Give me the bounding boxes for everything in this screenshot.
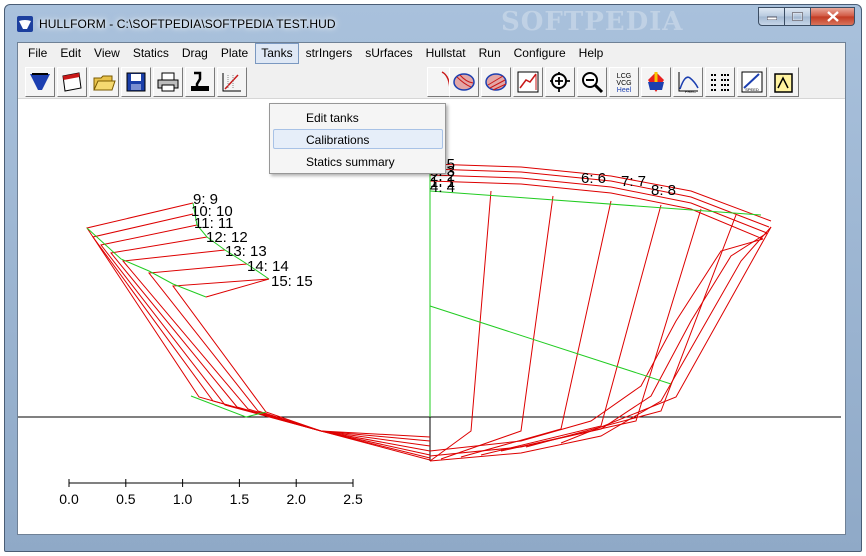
toolbar-button-print[interactable] xyxy=(153,67,183,97)
svg-text:VCG: VCG xyxy=(616,80,631,87)
fwd-station-line xyxy=(560,226,772,444)
maximize-button[interactable] xyxy=(785,7,811,26)
menu-edit[interactable]: Edit xyxy=(54,43,87,64)
aft-station-label: 15: 15 xyxy=(271,273,313,290)
menu-view[interactable]: View xyxy=(88,43,126,64)
fwd-station-line xyxy=(525,214,737,448)
toolbar-button-open[interactable] xyxy=(89,67,119,97)
fwd-station-label: 8: 8 xyxy=(651,182,676,199)
menu-bar: File Edit View Statics Drag Plate Tanks … xyxy=(18,43,845,64)
toolbar-button-rendered[interactable] xyxy=(449,67,479,97)
minimize-icon xyxy=(766,16,777,20)
plot-icon xyxy=(191,71,209,91)
menu-configure[interactable]: Configure xyxy=(508,43,572,64)
toolbar-button-profile[interactable] xyxy=(513,67,543,97)
menu-hullstat[interactable]: Hullstat xyxy=(420,43,472,64)
open-folder-icon xyxy=(93,75,116,91)
new-hull-icon xyxy=(62,72,82,92)
close-button[interactable] xyxy=(811,7,855,26)
report-icon xyxy=(774,73,793,93)
menu-plate[interactable]: Plate xyxy=(215,43,254,64)
toolbar-button-new[interactable] xyxy=(57,67,87,97)
perspective-icon xyxy=(485,73,507,91)
toolbar-button-save[interactable] xyxy=(121,67,151,97)
fwd-diagonal-line xyxy=(429,305,672,385)
lcg-vcg-heel-icon: LCG VCG Heel xyxy=(616,73,632,94)
close-icon xyxy=(826,11,839,22)
menu-item-edit-tanks[interactable]: Edit tanks xyxy=(273,107,443,127)
toolbar-button-zoom-in[interactable] xyxy=(545,67,575,97)
scale-label: 0.5 xyxy=(116,491,136,507)
edit-offsets-icon xyxy=(222,73,241,92)
scale-label: 2.5 xyxy=(343,491,363,507)
fwd-station-line xyxy=(460,200,612,458)
menu-run[interactable]: Run xyxy=(473,43,507,64)
aft-diagonal-line xyxy=(86,227,207,298)
hull-app-icon[interactable] xyxy=(17,16,33,32)
zoom-out-icon xyxy=(582,72,604,94)
fwd-station-label: 4: 4 xyxy=(430,179,455,196)
hydrostatics-table-icon xyxy=(711,74,729,91)
toolbar-button-edit-offsets[interactable] xyxy=(217,67,247,97)
save-disk-icon xyxy=(126,72,146,92)
application-window: HULLFORM - C:\SOFTPEDIA\SOFTPEDIA TEST.H… xyxy=(4,4,862,552)
toolbar: LCG VCG Heel PREC SPEED xyxy=(18,64,845,99)
menu-stringers[interactable]: strIngers xyxy=(300,43,359,64)
gz-curve-icon: PREC xyxy=(678,72,699,94)
fwd-sheer-line xyxy=(429,180,764,240)
profile-view-icon xyxy=(517,71,539,93)
window-controls xyxy=(758,7,855,27)
svg-text:LCG: LCG xyxy=(617,73,631,80)
menu-tanks[interactable]: Tanks xyxy=(255,43,299,64)
menu-item-calibrations[interactable]: Calibrations xyxy=(273,129,443,149)
svg-text:PREC: PREC xyxy=(685,89,696,94)
svg-text:SPEED: SPEED xyxy=(745,87,759,92)
scale-label: 1.0 xyxy=(173,491,193,507)
menu-item-statics-summary[interactable]: Statics summary xyxy=(273,151,443,171)
scale-label: 1.5 xyxy=(230,491,250,507)
toolbar-button-gz-curve[interactable]: PREC xyxy=(673,67,703,97)
toolbar-button-report[interactable] xyxy=(769,67,799,97)
fwd-station-label: 7: 7 xyxy=(621,173,646,190)
fwd-diagonal-line xyxy=(429,190,762,216)
zoom-in-icon xyxy=(550,72,570,92)
toolbar-button-zoom-out[interactable] xyxy=(577,67,607,97)
toolbar-button-stability[interactable] xyxy=(641,67,671,97)
menu-help[interactable]: Help xyxy=(573,43,610,64)
fwd-keel-line xyxy=(429,238,764,452)
window-title: HULLFORM - C:\SOFTPEDIA\SOFTPEDIA TEST.H… xyxy=(39,17,336,31)
speed-chart-icon: SPEED xyxy=(741,71,763,93)
tanks-dropdown-menu: Edit tanks Calibrations Statics summary xyxy=(269,103,446,174)
menu-drag[interactable]: Drag xyxy=(176,43,214,64)
svg-text:Heel: Heel xyxy=(617,87,632,94)
menu-surfaces[interactable]: sUrfaces xyxy=(359,43,418,64)
rendered-hull-icon xyxy=(453,73,475,91)
print-icon xyxy=(157,72,179,92)
toolbar-button-hydrostatics[interactable] xyxy=(705,67,735,97)
stability-icon xyxy=(648,72,664,92)
toolbar-button-speed[interactable]: SPEED xyxy=(737,67,767,97)
aft-station-line xyxy=(172,278,431,461)
toolbar-button-plot[interactable] xyxy=(185,67,215,97)
client-area: File Edit View Statics Drag Plate Tanks … xyxy=(17,42,846,535)
fwd-station-line xyxy=(429,190,492,462)
toolbar-button-hull-view[interactable] xyxy=(25,67,55,97)
menu-file[interactable]: File xyxy=(22,43,53,64)
toolbar-button-lcg-vcg-heel[interactable]: LCG VCG Heel xyxy=(609,67,639,97)
title-bar[interactable]: HULLFORM - C:\SOFTPEDIA\SOFTPEDIA TEST.H… xyxy=(5,5,861,39)
toolbar-button-perspective[interactable] xyxy=(481,67,511,97)
scale-label: 0.0 xyxy=(59,491,79,507)
maximize-icon xyxy=(792,12,803,21)
hull-view-icon xyxy=(30,73,50,90)
minimize-button[interactable] xyxy=(758,7,785,26)
menu-statics[interactable]: Statics xyxy=(127,43,175,64)
fwd-station-label: 6: 6 xyxy=(581,170,606,187)
scale-label: 2.0 xyxy=(286,491,306,507)
watermark-text: SOFTPEDIA xyxy=(501,7,684,37)
